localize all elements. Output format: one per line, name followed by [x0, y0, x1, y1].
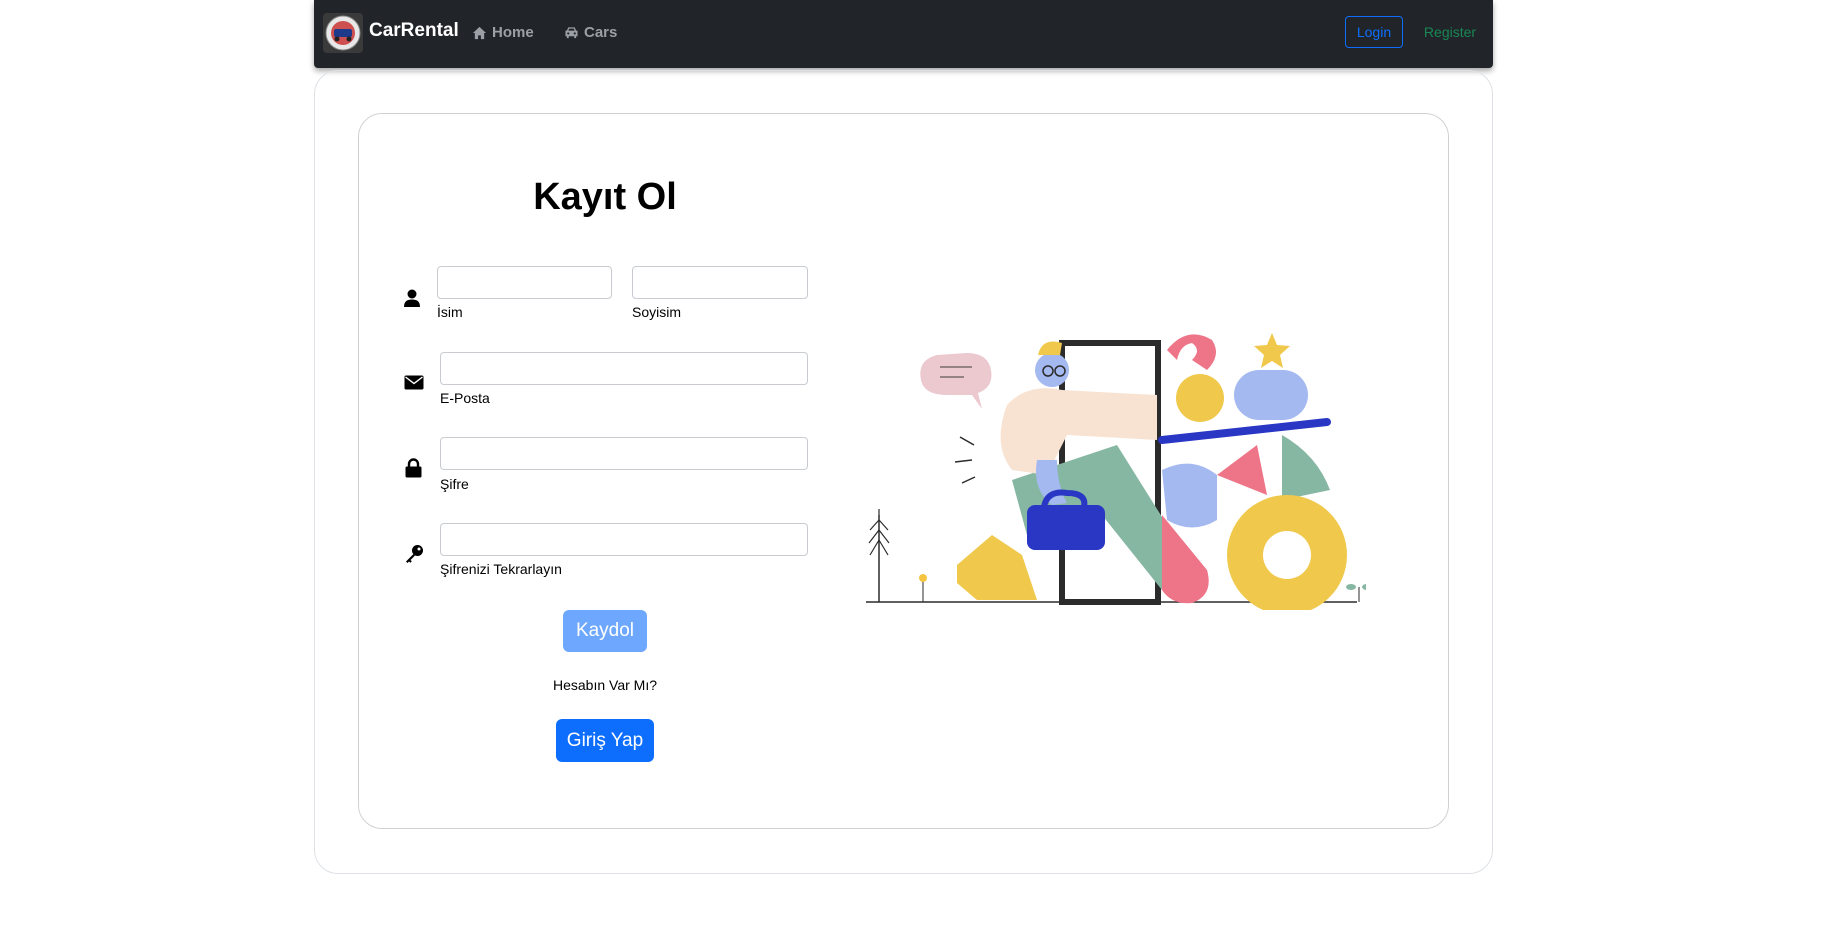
car-icon — [564, 26, 579, 39]
envelope-icon — [404, 375, 424, 395]
lock-icon — [405, 458, 422, 483]
last-name-input[interactable] — [632, 266, 808, 299]
nav-link-home-label: Home — [492, 24, 534, 41]
email-input[interactable] — [440, 352, 808, 385]
email-label: E-Posta — [440, 390, 490, 406]
register-button[interactable]: Register — [1414, 16, 1486, 48]
password-repeat-input[interactable] — [440, 523, 808, 556]
first-name-label: İsim — [437, 304, 463, 320]
has-account-text: Hesabın Var Mı? — [552, 677, 657, 693]
nav-link-cars-label: Cars — [584, 24, 618, 41]
user-icon — [403, 288, 421, 313]
password-label: Şifre — [440, 476, 469, 492]
last-name-label: Soyisim — [632, 304, 682, 320]
first-name-input[interactable] — [437, 266, 612, 299]
key-icon — [404, 544, 424, 569]
brand-name[interactable]: CarRental — [369, 20, 459, 42]
password-repeat-label: Şifrenizi Tekrarlayın — [440, 561, 562, 577]
home-icon — [472, 26, 487, 40]
nav-link-home[interactable]: Home — [472, 24, 534, 41]
page-title: Kayıt Ol — [533, 176, 677, 218]
navbar: CarRental Home Cars Login Register — [314, 0, 1493, 68]
go-to-login-button[interactable]: Giriş Yap — [556, 719, 654, 762]
nav-link-cars[interactable]: Cars — [564, 24, 617, 41]
door-illustration — [866, 333, 1366, 610]
register-submit-button[interactable]: Kaydol — [563, 610, 647, 652]
login-button[interactable]: Login — [1345, 16, 1403, 48]
password-input[interactable] — [440, 437, 808, 470]
brand-logo[interactable] — [323, 13, 363, 53]
